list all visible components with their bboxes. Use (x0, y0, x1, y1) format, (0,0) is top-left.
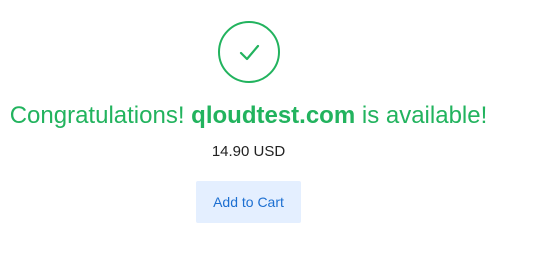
headline-suffix: is available! (355, 102, 488, 129)
success-check-icon (218, 21, 280, 83)
availability-headline: Congratulations! qloudtest.com is availa… (0, 101, 497, 131)
checkmark-icon (239, 44, 260, 61)
add-to-cart-button[interactable]: Add to Cart (196, 181, 301, 223)
domain-price: 14.90 USD (211, 143, 286, 160)
domain-name: qloudtest.com (191, 102, 356, 129)
headline-prefix: Congratulations! (9, 102, 192, 129)
